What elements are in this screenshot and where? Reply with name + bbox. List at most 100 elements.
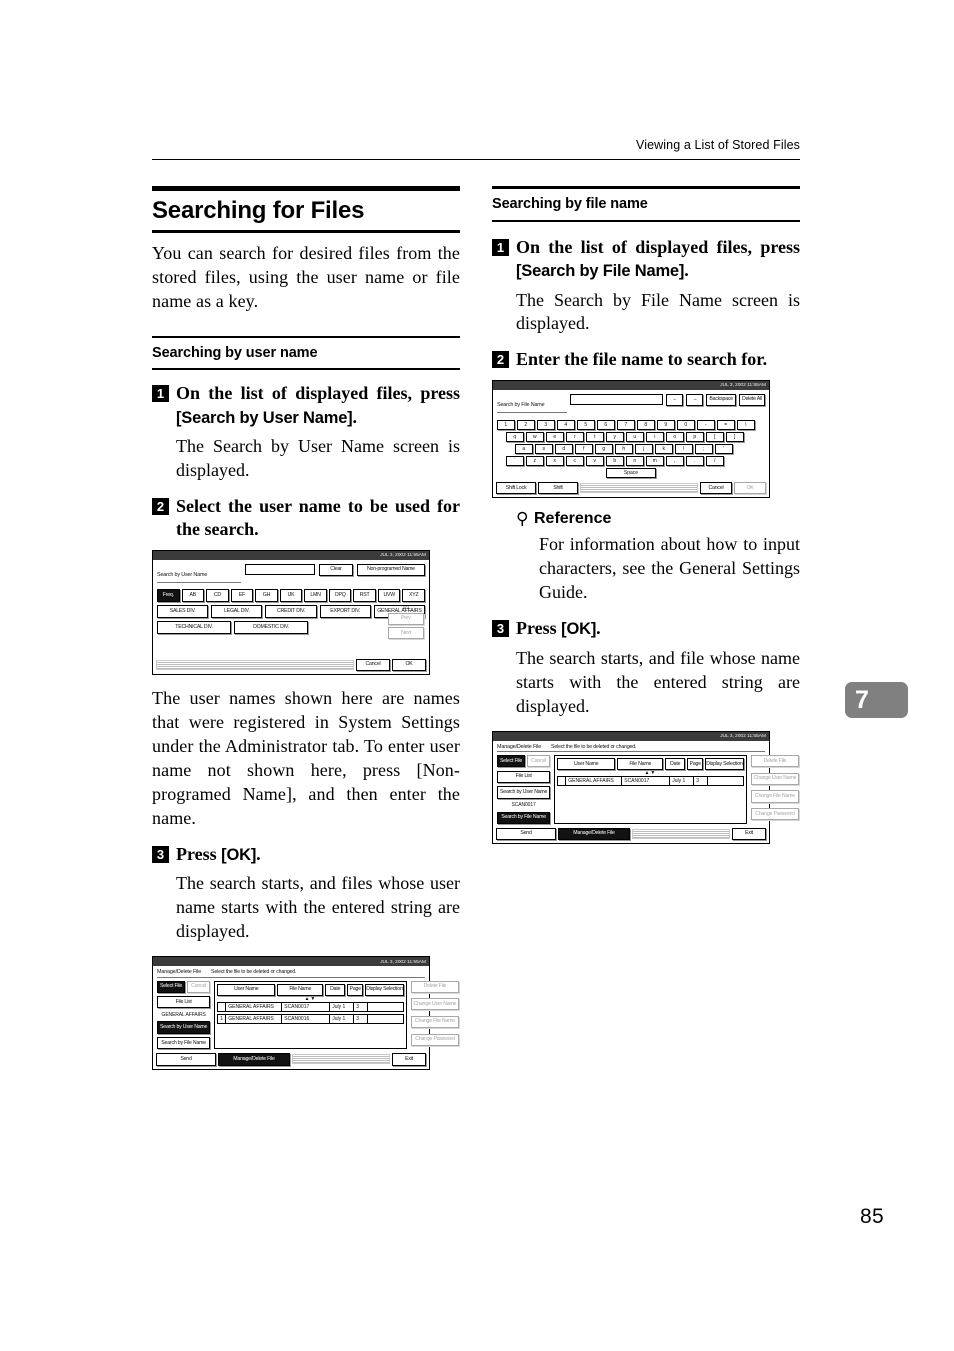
file-list-button[interactable]: File List	[497, 770, 551, 783]
key-u[interactable]: u	[626, 432, 644, 442]
key-w[interactable]: w	[526, 432, 544, 442]
send-tab[interactable]: Send	[156, 1053, 216, 1066]
key-d[interactable]: d	[555, 444, 573, 454]
key-q[interactable]: q	[506, 432, 524, 442]
key-j[interactable]: j	[635, 444, 653, 454]
next-page-button[interactable]: Next	[388, 627, 424, 640]
key-3[interactable]: 3	[537, 420, 555, 430]
search-by-user-name-button[interactable]: Search by User Name	[497, 786, 551, 799]
exit-button[interactable]: Exit	[392, 1053, 426, 1066]
key-l[interactable]: l	[675, 444, 693, 454]
key-backslash[interactable]: \	[737, 420, 755, 430]
ok-button[interactable]: OK	[734, 482, 766, 495]
tab-freq[interactable]: Freq.	[157, 589, 180, 602]
key-h[interactable]: h	[615, 444, 633, 454]
key-period[interactable]: .	[686, 456, 704, 466]
cursor-right-icon[interactable]: →	[686, 393, 704, 406]
key-minus[interactable]: -	[697, 420, 715, 430]
key-a[interactable]: a	[515, 444, 533, 454]
key-x[interactable]: x	[546, 456, 564, 466]
key-p[interactable]: p	[686, 432, 704, 442]
key-z[interactable]: z	[526, 456, 544, 466]
user-name-export-div[interactable]: EXPORT DIV.	[319, 604, 371, 618]
user-name-sales-div[interactable]: SALES DIV.	[157, 604, 209, 618]
key-9[interactable]: 9	[657, 420, 675, 430]
cancel-button[interactable]: Cancel	[700, 482, 732, 495]
user-name-domestic-div[interactable]: DOMESTIC DIV.	[234, 620, 308, 634]
change-file-name-button[interactable]: Change File Name	[750, 790, 800, 803]
search-by-file-name-button[interactable]: Search by File Name	[157, 1037, 211, 1050]
tab-ef[interactable]: EF	[230, 589, 254, 602]
key-m[interactable]: m	[646, 456, 664, 466]
key-g[interactable]: g	[595, 444, 613, 454]
delete-all-button[interactable]: Delete All	[739, 393, 765, 406]
shift-lock-button[interactable]: Shift Lock	[496, 482, 536, 495]
key-0[interactable]: 0	[677, 420, 695, 430]
column-date[interactable]: Date	[665, 758, 686, 771]
cancel-button[interactable]: Cancel	[356, 658, 390, 672]
key-bracket-left[interactable]: [	[706, 432, 724, 442]
key-v[interactable]: v	[586, 456, 604, 466]
table-row[interactable]: GENERAL AFFAIRS SCAN0017 July 1 3	[217, 1001, 404, 1012]
column-date[interactable]: Date	[325, 983, 346, 996]
change-user-name-button[interactable]: Change User Name	[410, 998, 460, 1011]
column-file-name[interactable]: File Name	[277, 983, 324, 996]
column-page[interactable]: Page	[687, 758, 704, 771]
file-list-button[interactable]: File List	[157, 996, 211, 1009]
key-4[interactable]: 4	[557, 420, 575, 430]
prev-page-button[interactable]: Prev.	[388, 612, 424, 626]
column-user-name[interactable]: User Name	[557, 758, 616, 771]
change-user-name-button[interactable]: Change User Name	[750, 772, 800, 785]
cancel-selection-button[interactable]: Cancel	[187, 980, 211, 993]
cursor-left-icon[interactable]: ←	[666, 393, 684, 406]
key-n[interactable]: n	[626, 456, 644, 466]
key-k[interactable]: k	[655, 444, 673, 454]
tab-ijk[interactable]: IJK	[279, 589, 303, 602]
shift-button[interactable]: Shift	[538, 482, 578, 495]
key-5[interactable]: 5	[577, 420, 595, 430]
delete-file-button[interactable]: Delete File	[410, 980, 460, 993]
key-bracket-right[interactable]: ]	[726, 432, 744, 442]
tab-gh[interactable]: GH	[255, 589, 278, 602]
ok-button[interactable]: OK	[392, 658, 426, 672]
exit-button[interactable]: Exit	[732, 827, 766, 841]
file-name-input[interactable]	[570, 393, 664, 405]
select-file-button[interactable]: Select File	[497, 755, 526, 768]
key-2[interactable]: 2	[517, 420, 535, 430]
key-8[interactable]: 8	[637, 420, 655, 430]
clear-button[interactable]: Clear	[319, 563, 353, 577]
delete-file-button[interactable]: Delete File	[750, 755, 800, 768]
user-name-input[interactable]	[245, 563, 315, 575]
column-display-selection[interactable]: Display Selection	[705, 758, 744, 771]
table-row[interactable]: GENERAL AFFAIRS SCAN0017 July 1 3	[557, 776, 744, 787]
search-by-user-name-button[interactable]: Search by User Name	[157, 1021, 211, 1034]
key-c[interactable]: c	[566, 456, 584, 466]
user-name-legal-div[interactable]: LEGAL DIV.	[211, 604, 263, 618]
tab-xyz[interactable]: XYZ	[402, 589, 426, 602]
key-e[interactable]: e	[546, 432, 564, 442]
key-f[interactable]: f	[575, 444, 593, 454]
tab-cd[interactable]: CD	[206, 589, 229, 602]
user-name-technical-div[interactable]: TECHNICAL DIV.	[157, 620, 231, 634]
key-semicolon[interactable]: ;	[695, 444, 713, 454]
tab-lmn[interactable]: LMN	[304, 589, 327, 602]
key-r[interactable]: r	[566, 432, 584, 442]
key-6[interactable]: 6	[597, 420, 615, 430]
key-s[interactable]: s	[535, 444, 553, 454]
column-file-name[interactable]: File Name	[617, 758, 664, 771]
column-user-name[interactable]: User Name	[217, 983, 276, 996]
tab-ab[interactable]: AB	[181, 589, 205, 602]
key-apostrophe[interactable]: '	[715, 444, 733, 454]
change-file-name-button[interactable]: Change File Name	[410, 1015, 460, 1029]
tab-uvw[interactable]: UVW	[377, 589, 401, 602]
change-password-button[interactable]: Change Password	[750, 808, 800, 821]
send-tab[interactable]: Send	[496, 827, 556, 841]
key-equals[interactable]: =	[717, 420, 735, 430]
key-space[interactable]: Space	[606, 468, 656, 478]
key-b[interactable]: b	[606, 456, 624, 466]
non-programmed-name-button[interactable]: Non-programed Name	[357, 563, 425, 577]
column-page[interactable]: Page	[347, 983, 364, 996]
key-backtick[interactable]: `	[506, 456, 524, 466]
cancel-selection-button[interactable]: Cancel	[527, 755, 551, 768]
key-y[interactable]: y	[606, 432, 624, 442]
